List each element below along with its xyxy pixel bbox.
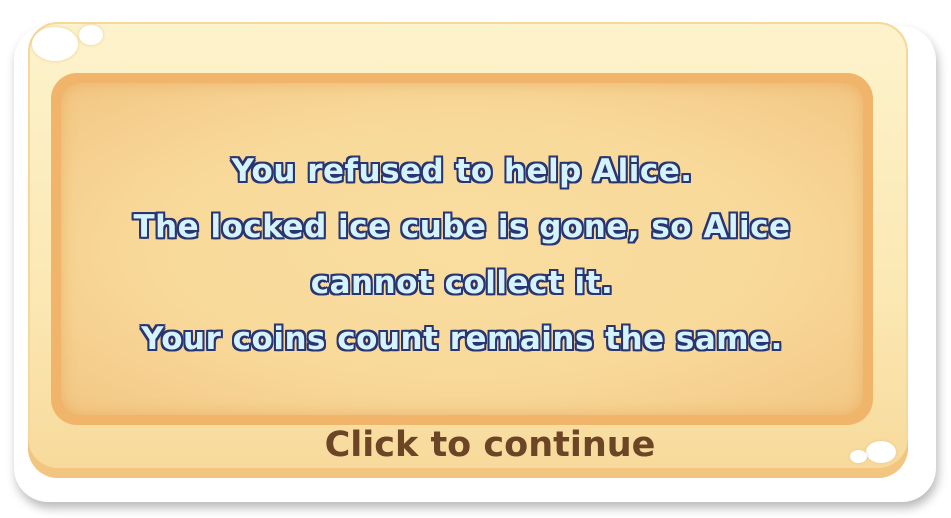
message-line: Your coins count remains the same.	[141, 321, 783, 357]
decor-bubble-icon	[32, 27, 78, 61]
decor-bubble-icon	[866, 441, 896, 463]
game-stage: You refused to help Alice. The locked ic…	[0, 0, 951, 518]
message-line: cannot collect it.	[310, 265, 614, 301]
decor-bubble-icon	[850, 450, 867, 463]
message-line: The locked ice cube is gone, so Alice	[133, 209, 791, 245]
dialog-message: You refused to help Alice. The locked ic…	[61, 143, 863, 367]
decor-bubble-icon	[79, 25, 103, 45]
message-box: You refused to help Alice. The locked ic…	[51, 73, 873, 425]
message-inner: You refused to help Alice. The locked ic…	[61, 83, 863, 415]
message-line: You refused to help Alice.	[231, 153, 693, 189]
continue-button[interactable]: Click to continue	[320, 422, 660, 468]
